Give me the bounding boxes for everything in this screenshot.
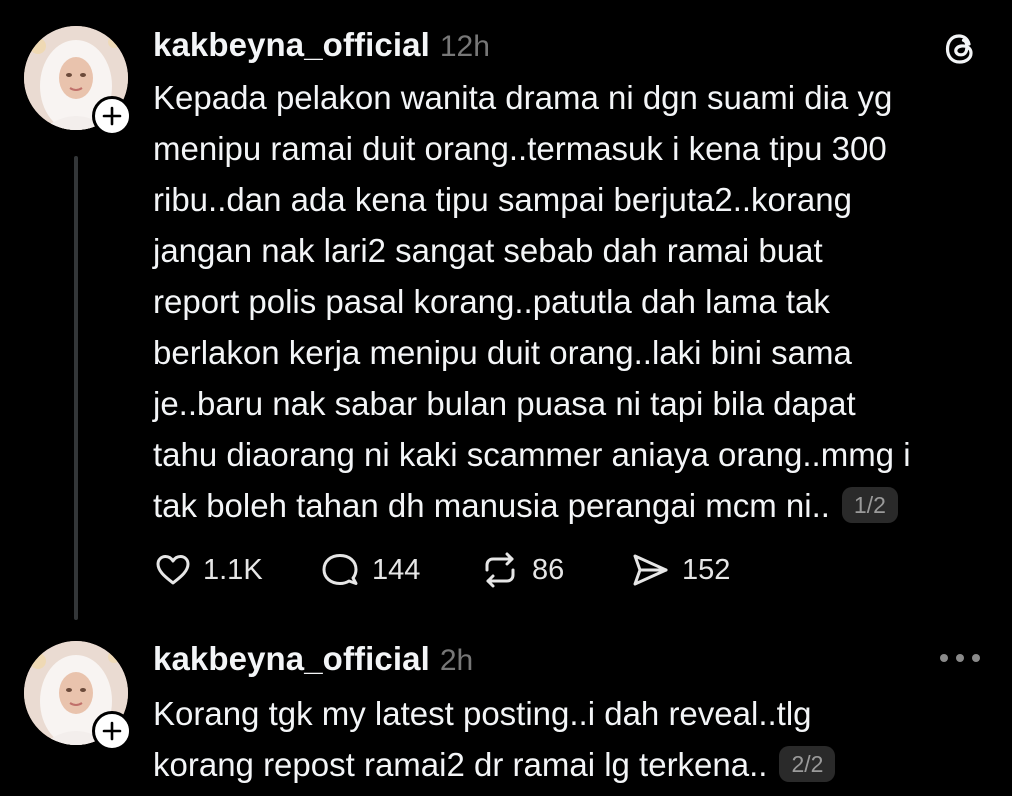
- comment-bubble-icon: [322, 554, 358, 585]
- post-text: Kepada pelakon wanita drama ni dgn suami…: [153, 79, 911, 524]
- post-body: Korang tgk my latest posting..i dah reve…: [153, 688, 993, 790]
- post-header: kakbeyna_official 12h: [153, 26, 490, 64]
- post-text: Korang tgk my latest posting..i dah reve…: [153, 695, 812, 783]
- threads-feed: kakbeyna_official 12h Kepada pelakon wan…: [0, 0, 1012, 796]
- like-button[interactable]: 1.1K: [153, 550, 318, 590]
- post-header: kakbeyna_official 2h: [153, 640, 473, 678]
- share-button[interactable]: 152: [628, 550, 730, 590]
- share-count: 152: [682, 553, 731, 586]
- threads-logo-icon[interactable]: [942, 30, 980, 68]
- post-actions: 1.1K 144 86 152: [153, 550, 730, 590]
- timestamp: 2h: [439, 644, 474, 677]
- username[interactable]: kakbeyna_official: [153, 640, 430, 678]
- send-icon: [633, 554, 668, 586]
- username[interactable]: kakbeyna_official: [153, 26, 430, 64]
- post-body: Kepada pelakon wanita drama ni dgn suami…: [153, 72, 993, 531]
- repost-count: 86: [532, 553, 565, 586]
- timestamp: 12h: [439, 30, 490, 63]
- follow-button[interactable]: [92, 711, 132, 751]
- reply-count: 144: [372, 553, 421, 586]
- repost-button[interactable]: 86: [478, 550, 628, 590]
- follow-button[interactable]: [92, 96, 132, 136]
- thread-page-indicator: 1/2: [841, 487, 898, 523]
- heart-icon: [156, 555, 190, 585]
- reply-button[interactable]: 144: [318, 550, 478, 590]
- like-count: 1.1K: [203, 553, 263, 586]
- thread-connector-line: [74, 156, 78, 620]
- plus-icon: [102, 106, 122, 126]
- repost-arrows-icon: [485, 552, 515, 588]
- plus-icon: [102, 721, 122, 741]
- thread-page-indicator: 2/2: [779, 746, 836, 782]
- more-options-icon[interactable]: [940, 648, 980, 668]
